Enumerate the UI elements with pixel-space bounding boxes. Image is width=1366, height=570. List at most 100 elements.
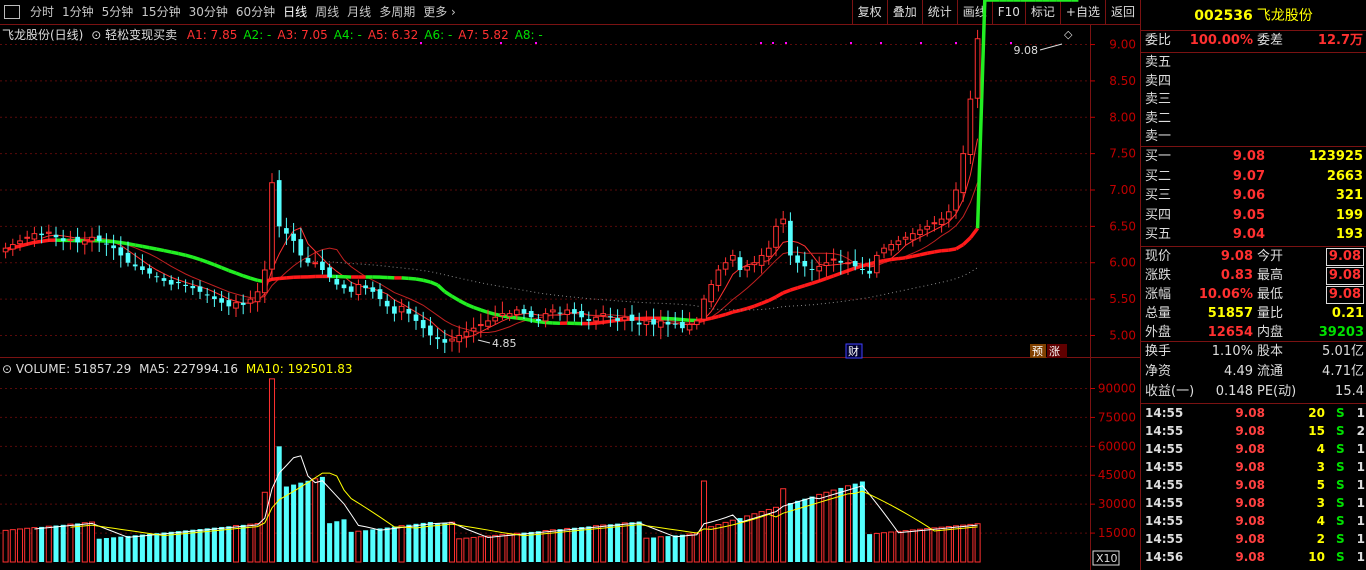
- candle-body[interactable]: [125, 252, 131, 263]
- candle-body[interactable]: [442, 339, 448, 343]
- candle-body[interactable]: [881, 247, 887, 254]
- candle-body[interactable]: [651, 319, 656, 325]
- candle-body[interactable]: [39, 233, 44, 236]
- candle-body[interactable]: [254, 291, 261, 303]
- finance-event-marker[interactable]: 财: [845, 343, 863, 359]
- candle-body[interactable]: [67, 238, 74, 241]
- candle-body[interactable]: [751, 262, 758, 266]
- candle-body[interactable]: [298, 239, 304, 256]
- candle-body[interactable]: [291, 233, 296, 241]
- candle-body[interactable]: [809, 268, 815, 270]
- candle-body[interactable]: [967, 98, 974, 156]
- candle-body[interactable]: [852, 260, 858, 267]
- buy-level-row[interactable]: 买三 9.06 321: [1141, 186, 1366, 206]
- candle-body[interactable]: [154, 276, 160, 278]
- candle-body[interactable]: [953, 189, 959, 211]
- candle-body[interactable]: [924, 225, 931, 230]
- candle-body[interactable]: [945, 211, 952, 220]
- candle-body[interactable]: [579, 311, 584, 318]
- candle-body[interactable]: [708, 284, 715, 303]
- candle-body[interactable]: [823, 262, 830, 266]
- candle-body[interactable]: [521, 309, 527, 314]
- candle-body[interactable]: [636, 322, 642, 325]
- candle-body[interactable]: [758, 254, 765, 266]
- candle-body[interactable]: [168, 280, 174, 285]
- candle-body[interactable]: [147, 268, 152, 274]
- candle-body[interactable]: [348, 286, 354, 292]
- candle-body[interactable]: [572, 309, 577, 314]
- candle-body[interactable]: [31, 233, 38, 240]
- candle-body[interactable]: [334, 279, 340, 285]
- candle-body[interactable]: [470, 327, 477, 332]
- limit-up-marker[interactable]: 涨: [1047, 344, 1067, 358]
- candle-body[interactable]: [788, 220, 793, 256]
- candle-body[interactable]: [536, 319, 541, 321]
- kline-chart[interactable]: 9.00 8.50 8.00 7.50 7.00 6.50 6.00 5.50 5.00 9000…: [0, 0, 1140, 570]
- buy-level-row[interactable]: 买一 9.08 123925: [1141, 147, 1366, 167]
- candle-body[interactable]: [449, 338, 455, 342]
- candle-body[interactable]: [895, 240, 902, 246]
- candle-body[interactable]: [867, 270, 872, 274]
- candle-body[interactable]: [204, 294, 210, 296]
- candle-body[interactable]: [506, 313, 513, 317]
- candle-body[interactable]: [593, 316, 599, 322]
- candle-body[interactable]: [240, 302, 246, 305]
- candle-body[interactable]: [420, 320, 426, 329]
- candle-body[interactable]: [564, 309, 571, 316]
- candle-body[interactable]: [485, 320, 491, 327]
- candle-body[interactable]: [680, 321, 685, 329]
- candle-body[interactable]: [499, 313, 506, 317]
- candle-body[interactable]: [549, 309, 556, 313]
- candle-body[interactable]: [377, 289, 383, 300]
- candle-body[interactable]: [621, 316, 628, 321]
- candle-body[interactable]: [363, 285, 368, 289]
- candle-body[interactable]: [542, 313, 549, 322]
- candle-body[interactable]: [665, 321, 671, 325]
- candle-body[interactable]: [269, 182, 275, 270]
- candle-body[interactable]: [261, 269, 268, 294]
- candle-body[interactable]: [89, 236, 95, 242]
- candle-body[interactable]: [729, 254, 736, 261]
- candle-body[interactable]: [284, 228, 289, 234]
- candle-body[interactable]: [45, 231, 52, 234]
- candle-body[interactable]: [463, 331, 470, 337]
- candle-body[interactable]: [413, 314, 419, 321]
- candle-body[interactable]: [341, 284, 347, 289]
- candle-body[interactable]: [53, 234, 59, 238]
- candle-body[interactable]: [838, 260, 844, 263]
- candle-body[interactable]: [902, 236, 909, 240]
- candle-body[interactable]: [629, 314, 635, 321]
- candle-body[interactable]: [737, 257, 743, 270]
- candle-body[interactable]: [600, 313, 607, 317]
- candle-body[interactable]: [816, 265, 823, 272]
- candle-body[interactable]: [118, 247, 124, 256]
- candle-body[interactable]: [96, 235, 102, 241]
- candle-body[interactable]: [140, 266, 145, 270]
- candle-body[interactable]: [931, 222, 938, 225]
- candle-body[interactable]: [312, 262, 319, 265]
- candle-body[interactable]: [557, 312, 563, 314]
- candle-body[interactable]: [183, 284, 188, 286]
- candle-body[interactable]: [795, 255, 800, 263]
- candle-body[interactable]: [9, 244, 16, 250]
- candle-body[interactable]: [802, 260, 808, 267]
- candle-body[interactable]: [233, 302, 239, 309]
- candle-body[interactable]: [384, 300, 390, 307]
- candle-body[interactable]: [492, 316, 499, 322]
- candle-body[interactable]: [132, 264, 138, 267]
- candle-body[interactable]: [305, 258, 311, 263]
- candle-body[interactable]: [75, 236, 80, 243]
- candle-body[interactable]: [212, 296, 217, 300]
- candle-body[interactable]: [528, 311, 534, 318]
- candle-body[interactable]: [938, 218, 945, 225]
- candle-body[interactable]: [355, 284, 362, 295]
- candle-body[interactable]: [2, 247, 9, 253]
- candle-body[interactable]: [701, 298, 707, 320]
- candle-body[interactable]: [693, 320, 700, 326]
- buy-level-row[interactable]: 买五 9.04 193: [1141, 225, 1366, 245]
- candle-body[interactable]: [226, 300, 232, 307]
- candle-body[interactable]: [477, 324, 484, 327]
- candle-body[interactable]: [197, 286, 203, 292]
- candle-body[interactable]: [327, 267, 332, 278]
- candle-body[interactable]: [672, 323, 678, 325]
